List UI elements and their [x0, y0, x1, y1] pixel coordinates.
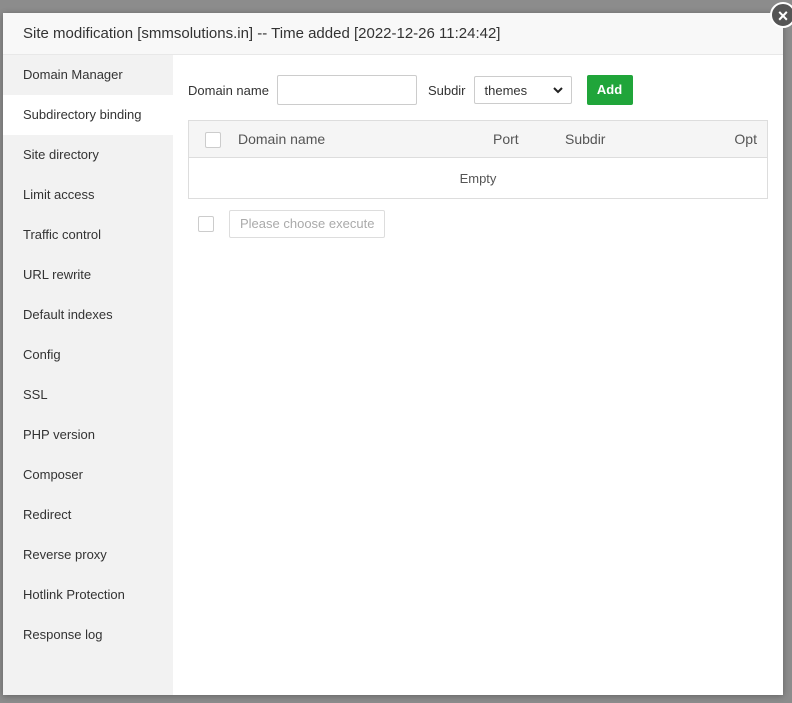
sidebar-item-config[interactable]: Config — [3, 335, 173, 375]
close-icon[interactable]: × — [770, 2, 792, 28]
chevron-down-icon — [552, 87, 563, 94]
sidebar: Domain Manager Subdirectory binding Site d… — [3, 55, 173, 695]
sidebar-item-subdirectory-binding[interactable]: Subdirectory binding — [3, 95, 173, 135]
batch-checkbox[interactable] — [198, 216, 214, 232]
domain-name-label: Domain name — [188, 82, 269, 98]
binding-table: Domain name Port Subdir Opt Empty — [188, 120, 768, 199]
sidebar-item-traffic-control[interactable]: Traffic control — [3, 215, 173, 255]
site-modification-dialog: Site modification [smmsolutions.in] -- T… — [3, 2, 792, 695]
sidebar-item-ssl[interactable]: SSL — [3, 375, 173, 415]
sidebar-item-redirect[interactable]: Redirect — [3, 495, 173, 535]
subdir-label: Subdir — [427, 82, 466, 98]
empty-row: Empty — [188, 157, 768, 199]
domain-name-input[interactable] — [276, 75, 417, 105]
table-header: Domain name Port Subdir Opt — [188, 120, 768, 158]
col-domain-name: Domain name — [237, 120, 492, 158]
col-subdir: Subdir — [564, 120, 716, 158]
add-button[interactable]: Add — [586, 75, 633, 105]
sidebar-item-limit-access[interactable]: Limit access — [3, 175, 173, 215]
sidebar-item-domain-manager[interactable]: Domain Manager — [3, 55, 173, 95]
empty-text: Empty — [188, 157, 768, 199]
main-panel: Domain name Subdir themes Add Domain nam… — [173, 55, 783, 695]
batch-execute-select[interactable]: Please choose execute — [229, 210, 386, 238]
bind-form: Domain name Subdir themes Add — [188, 75, 768, 105]
subdir-select[interactable]: themes — [473, 76, 572, 104]
select-all-checkbox[interactable] — [205, 131, 221, 148]
sidebar-item-url-rewrite[interactable]: URL rewrite — [3, 255, 173, 295]
subdir-value: themes — [484, 82, 528, 98]
sidebar-item-response-log[interactable]: Response log — [3, 615, 173, 655]
sidebar-item-hotlink-protection[interactable]: Hotlink Protection — [3, 575, 173, 615]
col-opt: Opt — [716, 120, 768, 158]
sidebar-item-php-version[interactable]: PHP version — [3, 415, 173, 455]
col-port: Port — [492, 120, 564, 158]
batch-footer: Please choose execute — [188, 210, 768, 238]
sidebar-item-site-directory[interactable]: Site directory — [3, 135, 173, 175]
sidebar-item-default-indexes[interactable]: Default indexes — [3, 295, 173, 335]
sidebar-item-reverse-proxy[interactable]: Reverse proxy — [3, 535, 173, 575]
sidebar-item-composer[interactable]: Composer — [3, 455, 173, 495]
dialog-title: Site modification [smmsolutions.in] -- T… — [3, 13, 783, 55]
